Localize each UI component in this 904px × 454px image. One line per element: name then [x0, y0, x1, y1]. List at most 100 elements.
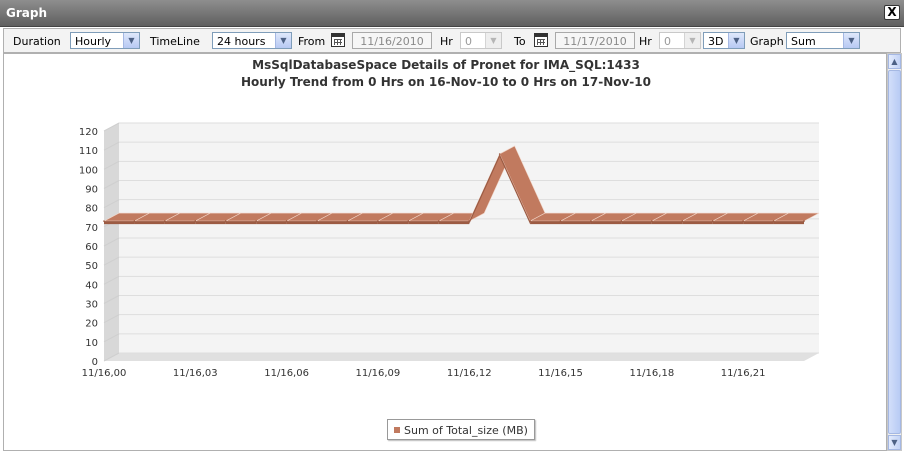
- data-point: [620, 220, 623, 222]
- data-point: [498, 153, 501, 155]
- calendar-icon[interactable]: [534, 33, 548, 47]
- y-tick-label: 20: [85, 319, 98, 330]
- y-tick-label: 110: [79, 146, 98, 157]
- y-tick-label: 80: [85, 204, 98, 215]
- duration-value: Hourly: [75, 35, 112, 48]
- to-hr-label: Hr: [639, 35, 652, 48]
- to-hr-select[interactable]: 0 ▼: [659, 32, 701, 49]
- y-tick-label: 10: [85, 338, 98, 349]
- data-point: [651, 220, 653, 222]
- series-edge: [164, 221, 196, 225]
- series-edge: [712, 221, 744, 225]
- from-label: From: [298, 35, 326, 48]
- chart-panel: MsSqlDatabaseSpace Details of Pronet for…: [3, 53, 887, 451]
- series-edge: [621, 221, 652, 225]
- legend-label: Sum of Total_size (MB): [404, 424, 528, 437]
- series-edge: [377, 221, 409, 225]
- timeline-label: TimeLine: [150, 35, 200, 48]
- series-edge: [743, 221, 774, 225]
- data-point: [742, 220, 744, 222]
- window-title: Graph: [6, 6, 47, 20]
- scroll-down-icon[interactable]: ▼: [888, 435, 901, 450]
- data-point: [103, 220, 105, 222]
- calendar-icon[interactable]: [331, 33, 345, 47]
- view-mode-select[interactable]: 3D ▼: [703, 32, 745, 49]
- x-tick-label: 11/16,21: [721, 368, 766, 379]
- graph-type-select[interactable]: Sum ▼: [786, 32, 860, 49]
- data-point: [224, 220, 227, 222]
- data-point: [437, 220, 440, 222]
- chevron-down-icon: ▼: [728, 33, 744, 48]
- scroll-up-icon[interactable]: ▲: [888, 54, 901, 69]
- data-point: [377, 220, 379, 222]
- graph-toolbar: Duration Hourly ▼ TimeLine 24 hours ▼ Fr…: [3, 28, 901, 53]
- x-tick-label: 11/16,15: [538, 368, 583, 379]
- series-edge: [286, 221, 318, 225]
- x-tick-label: 11/16,00: [82, 368, 127, 379]
- y-tick-label: 120: [79, 127, 98, 138]
- chevron-down-icon: ▼: [275, 33, 291, 48]
- timeline-select[interactable]: 24 hours ▼: [212, 32, 292, 49]
- to-label: To: [514, 35, 526, 48]
- series-edge: [408, 221, 439, 225]
- data-point: [407, 220, 410, 222]
- from-hr-select[interactable]: 0 ▼: [460, 32, 502, 49]
- series-edge: [773, 221, 804, 225]
- graph-label: Graph: [750, 35, 784, 48]
- y-tick-label: 50: [85, 261, 98, 272]
- chevron-down-icon: ▼: [485, 33, 501, 48]
- close-icon[interactable]: X: [884, 5, 900, 20]
- x-tick-label: 11/16,03: [173, 368, 218, 379]
- series-edge: [256, 221, 287, 225]
- y-tick-label: 70: [85, 223, 98, 234]
- y-tick-label: 40: [85, 280, 98, 291]
- series-edge: [225, 221, 257, 225]
- data-point: [164, 220, 166, 222]
- series-edge: [438, 221, 470, 225]
- data-point: [772, 220, 775, 222]
- y-tick-label: 100: [79, 165, 98, 176]
- series-edge: [530, 221, 561, 225]
- data-point: [194, 220, 197, 222]
- duration-select[interactable]: Hourly ▼: [70, 32, 140, 49]
- scrollbar-thumb[interactable]: [888, 70, 901, 434]
- chart-legend: Sum of Total_size (MB): [387, 419, 535, 440]
- to-date-value: 11/17/2010: [563, 35, 627, 48]
- y-tick-label: 60: [85, 242, 98, 253]
- window-titlebar: Graph X: [0, 0, 904, 27]
- x-tick-label: 11/16,09: [356, 368, 401, 379]
- series-edge: [651, 221, 683, 225]
- data-point: [590, 220, 592, 222]
- series-edge: [134, 221, 165, 225]
- timeline-value: 24 hours: [217, 35, 266, 48]
- x-tick-label: 11/16,18: [629, 368, 674, 379]
- data-point: [711, 220, 714, 222]
- vertical-scrollbar[interactable]: ▲ ▼: [887, 53, 902, 451]
- data-point: [255, 220, 257, 222]
- data-point: [346, 220, 349, 222]
- from-date-value: 11/16/2010: [360, 35, 424, 48]
- from-date-input[interactable]: 11/16/2010: [352, 32, 432, 49]
- chevron-down-icon: ▼: [843, 33, 859, 48]
- series-edge: [195, 221, 226, 225]
- y-tick-label: 0: [92, 357, 98, 368]
- legend-swatch: [394, 427, 400, 433]
- x-tick-label: 11/16,06: [264, 368, 309, 379]
- data-point: [803, 220, 805, 222]
- from-hr-label: Hr: [440, 35, 453, 48]
- y-tick-label: 90: [85, 185, 98, 196]
- duration-label: Duration: [13, 35, 61, 48]
- x-tick-label: 11/16,12: [447, 368, 492, 379]
- chart-floor: [104, 353, 819, 361]
- data-point: [285, 220, 288, 222]
- chevron-down-icon: ▼: [123, 33, 139, 48]
- data-point: [559, 220, 562, 222]
- data-point: [133, 220, 136, 222]
- series-edge: [317, 221, 348, 225]
- series-edge: [560, 221, 591, 225]
- chevron-down-icon: ▼: [684, 33, 700, 48]
- chart-area: 0 10 20 30 40 50 60 70 80 90 100 110 120 11/16,00 11/1…: [79, 122, 820, 379]
- to-date-input[interactable]: 11/17/2010: [555, 32, 635, 49]
- series-edge: [682, 221, 713, 225]
- series-edge: [590, 221, 622, 225]
